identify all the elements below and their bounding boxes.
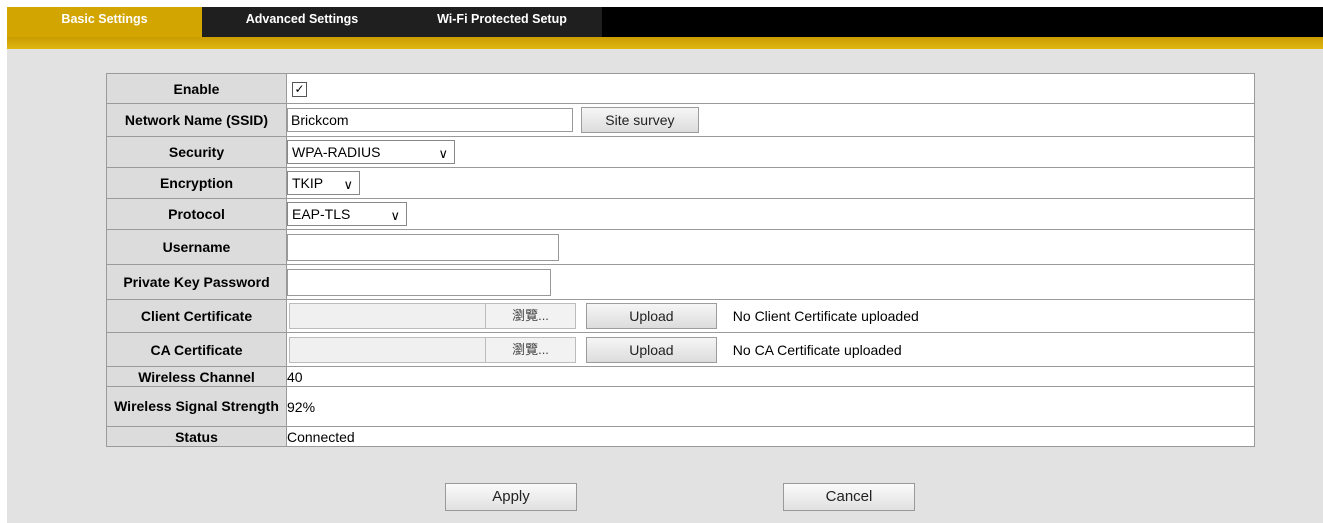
tab-advanced-settings[interactable]: Advanced Settings [202,7,402,37]
row-status: Status Connected [106,426,1255,447]
ca-certificate-file-input[interactable]: 瀏覽... [289,336,576,363]
status-value: Connected [286,426,1255,447]
row-ssid: Network Name (SSID) Brickcom Site survey [106,103,1255,137]
ca-certificate-upload-button[interactable]: Upload [585,336,717,363]
private-key-password-input[interactable] [287,268,551,296]
encryption-value: TKIP [292,175,324,191]
apply-button[interactable]: Apply [445,483,577,511]
ssid-label: Network Name (SSID) [106,103,287,137]
settings-table: Enable ✓ Network Name (SSID) Brickcom Si… [106,73,1255,447]
row-private-key-password: Private Key Password [106,264,1255,300]
security-select[interactable]: WPA-RADIUS ∨ [287,140,455,164]
tab-underline [7,37,1323,49]
ssid-input[interactable]: Brickcom [287,108,573,132]
client-certificate-upload-button[interactable]: Upload [585,303,717,329]
chevron-down-icon: ∨ [390,208,400,223]
client-certificate-browse-button[interactable]: 瀏覽... [485,304,575,328]
row-wireless-channel: Wireless Channel 40 [106,366,1255,387]
wireless-signal-label: Wireless Signal Strength [106,386,287,427]
wireless-channel-value: 40 [286,366,1255,387]
protocol-value: EAP-TLS [292,206,351,222]
enable-label: Enable [106,73,287,104]
row-username: Username [106,229,1255,265]
row-ca-certificate: CA Certificate 瀏覽... Upload No CA Certif… [106,332,1255,367]
status-label: Status [106,426,287,447]
security-value: WPA-RADIUS [292,144,381,160]
chevron-down-icon: ∨ [343,177,353,192]
tab-bar: Basic Settings Advanced Settings Wi-Fi P… [7,7,1323,37]
row-encryption: Encryption TKIP ∨ [106,167,1255,199]
client-certificate-status: No Client Certificate uploaded [732,308,919,324]
site-survey-button[interactable]: Site survey [580,107,699,133]
username-input[interactable] [287,233,559,261]
wireless-channel-label: Wireless Channel [106,366,287,387]
encryption-select[interactable]: TKIP ∨ [287,171,360,195]
protocol-label: Protocol [106,198,287,230]
cancel-button[interactable]: Cancel [783,483,915,511]
ca-certificate-status: No CA Certificate uploaded [732,341,902,358]
client-certificate-label: Client Certificate [106,299,287,333]
row-client-certificate: Client Certificate 瀏覽... Upload No Clien… [106,299,1255,333]
tab-basic-settings[interactable]: Basic Settings [7,7,202,37]
client-certificate-file-input[interactable]: 瀏覽... [289,303,576,329]
enable-checkbox[interactable]: ✓ [292,81,307,97]
username-label: Username [106,229,287,265]
ca-certificate-label: CA Certificate [106,332,287,367]
row-security: Security WPA-RADIUS ∨ [106,136,1255,168]
security-label: Security [106,136,287,168]
row-protocol: Protocol EAP-TLS ∨ [106,198,1255,230]
encryption-label: Encryption [106,167,287,199]
row-enable: Enable ✓ [106,73,1255,104]
tab-wifi-protected-setup[interactable]: Wi-Fi Protected Setup [402,7,602,37]
wireless-signal-value: 92% [286,386,1255,427]
ca-certificate-browse-button[interactable]: 瀏覽... [485,337,575,362]
private-key-password-label: Private Key Password [106,264,287,300]
chevron-down-icon: ∨ [438,146,448,161]
row-wireless-signal: Wireless Signal Strength 92% [106,386,1255,427]
protocol-select[interactable]: EAP-TLS ∨ [287,202,407,226]
